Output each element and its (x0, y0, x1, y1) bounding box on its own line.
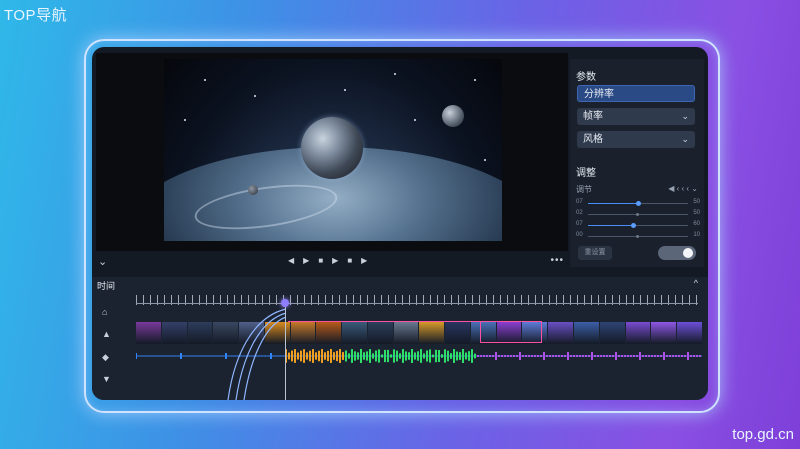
star (344, 89, 346, 91)
clip-thumbnail[interactable] (187, 322, 213, 344)
clip-thumbnail[interactable] (342, 322, 367, 344)
moon (248, 185, 258, 195)
toggle-knob (683, 248, 693, 258)
watermark-top-left: TOP导航 (4, 7, 68, 24)
adjust-icons[interactable]: ◀ ‹ ‹ ‹ ⌄ (668, 184, 698, 193)
adjust-slider[interactable]: 00 10 (576, 232, 700, 241)
clip-thumbnail[interactable] (419, 322, 445, 344)
slider-knob[interactable] (636, 235, 639, 238)
slider-value: 60 (693, 221, 700, 227)
slider-fill (588, 203, 638, 204)
clip-thumbnail[interactable] (677, 322, 702, 344)
playhead-handle[interactable] (281, 299, 289, 307)
parameters-panel: 参数 分辨率 帧率 ⌄ 风格 ⌄ 调整 调节 ◀ ‹ ‹ ‹ ⌄ 07 50 0… (570, 59, 704, 267)
planet-large (301, 117, 363, 179)
timeline: 时间 ^ ⌂ ▲ ◆ ▼ (92, 277, 708, 400)
playback-buttons: ◀ ▶ ■ ▶ ■ ▶ (288, 256, 367, 265)
reset-button[interactable]: 重设置 (578, 246, 612, 260)
dropdown-label: 帧率 (583, 111, 603, 122)
style-dropdown[interactable]: 风格 ⌄ (577, 131, 695, 148)
slider-label: 07 (576, 221, 583, 227)
slider-value: 50 (693, 210, 700, 216)
slider-value: 10 (693, 232, 700, 238)
adjust-sub-label: 调节 (576, 185, 592, 194)
ruler-baseline (136, 303, 698, 304)
star (484, 159, 486, 161)
slider-fill (588, 225, 633, 226)
preview-controls: ⌄ ◀ ▶ ■ ▶ ■ ▶ ••• (92, 252, 568, 274)
clip-thumbnail[interactable] (599, 322, 625, 344)
clip-thumbnail[interactable] (574, 322, 599, 344)
stop-icon[interactable]: ■ (318, 256, 323, 265)
dropdown-label: 分辨率 (584, 89, 614, 100)
triangle-down-icon[interactable]: ▼ (102, 374, 111, 384)
playhead-line (285, 307, 286, 400)
slider-knob[interactable] (636, 201, 641, 206)
clip-thumbnail[interactable] (445, 322, 470, 344)
slider-knob[interactable] (631, 223, 636, 228)
video-editor-window: ⌄ ◀ ▶ ■ ▶ ■ ▶ ••• 参数 分辨率 帧率 ⌄ 风格 ⌄ 调整 调节… (92, 47, 708, 400)
stop-icon[interactable]: ■ (347, 256, 352, 265)
video-preview[interactable] (96, 53, 568, 251)
timeline-title: 时间 (97, 281, 116, 291)
clip-thumbnail[interactable] (548, 322, 574, 344)
chevron-down-icon[interactable]: ⌄ (98, 255, 107, 268)
audio-waveform[interactable] (136, 347, 702, 365)
home-icon[interactable]: ⌂ (102, 307, 107, 317)
prev-icon[interactable]: ◀ (288, 256, 294, 265)
slider-track[interactable] (588, 213, 688, 216)
slider-label: 07 (576, 199, 583, 205)
star (474, 79, 476, 81)
resolution-dropdown[interactable]: 分辨率 (577, 85, 695, 102)
collapse-icon[interactable]: ^ (694, 278, 698, 288)
motion-arc-lines (227, 308, 287, 400)
star (414, 119, 416, 121)
triangle-up-icon[interactable]: ▲ (102, 329, 111, 339)
adjust-slider[interactable]: 07 60 (576, 221, 700, 230)
next-icon[interactable]: ▶ (361, 256, 367, 265)
params-title: 参数 (576, 72, 596, 83)
adjust-slider[interactable]: 02 50 (576, 210, 700, 219)
adjust-title: 调整 (576, 168, 596, 179)
play-icon[interactable]: ▶ (303, 256, 309, 265)
planet-small (442, 105, 464, 127)
slider-fill (588, 236, 593, 237)
play-icon[interactable]: ▶ (332, 256, 338, 265)
star (254, 95, 256, 97)
dropdown-label: 风格 (583, 134, 603, 145)
star (394, 73, 396, 75)
slider-label: 02 (576, 210, 583, 216)
selected-clip[interactable] (480, 321, 542, 343)
clip-thumbnail[interactable] (393, 322, 419, 344)
clip-thumbnail[interactable] (651, 322, 677, 344)
adjust-slider[interactable]: 07 50 (576, 199, 700, 208)
clip-thumbnail[interactable] (290, 322, 316, 344)
clip-thumbnail[interactable] (625, 322, 651, 344)
selection-line (288, 321, 500, 322)
slider-track[interactable] (588, 223, 688, 228)
preview-frame-image (164, 59, 502, 241)
chevron-down-icon: ⌄ (681, 134, 689, 144)
watermark-bottom-right: top.gd.cn (732, 426, 794, 443)
clip-thumbnail[interactable] (316, 322, 342, 344)
star (204, 79, 206, 81)
star (184, 119, 186, 121)
toggle-switch[interactable] (658, 246, 696, 260)
slider-value: 50 (693, 199, 700, 205)
clip-thumbnail[interactable] (367, 322, 393, 344)
slider-track[interactable] (588, 201, 688, 206)
video-track[interactable] (136, 322, 702, 344)
marker-icon[interactable]: ◆ (102, 352, 109, 363)
clip-thumbnail[interactable] (161, 322, 187, 344)
chevron-down-icon: ⌄ (681, 111, 689, 121)
slider-track[interactable] (588, 235, 688, 238)
slider-label: 00 (576, 232, 583, 238)
clip-thumbnail[interactable] (136, 322, 161, 344)
framerate-dropdown[interactable]: 帧率 ⌄ (577, 108, 695, 125)
slider-knob[interactable] (636, 213, 639, 216)
more-icon[interactable]: ••• (550, 255, 564, 266)
adjust-subheader: 调节 ◀ ‹ ‹ ‹ ⌄ (576, 184, 700, 195)
